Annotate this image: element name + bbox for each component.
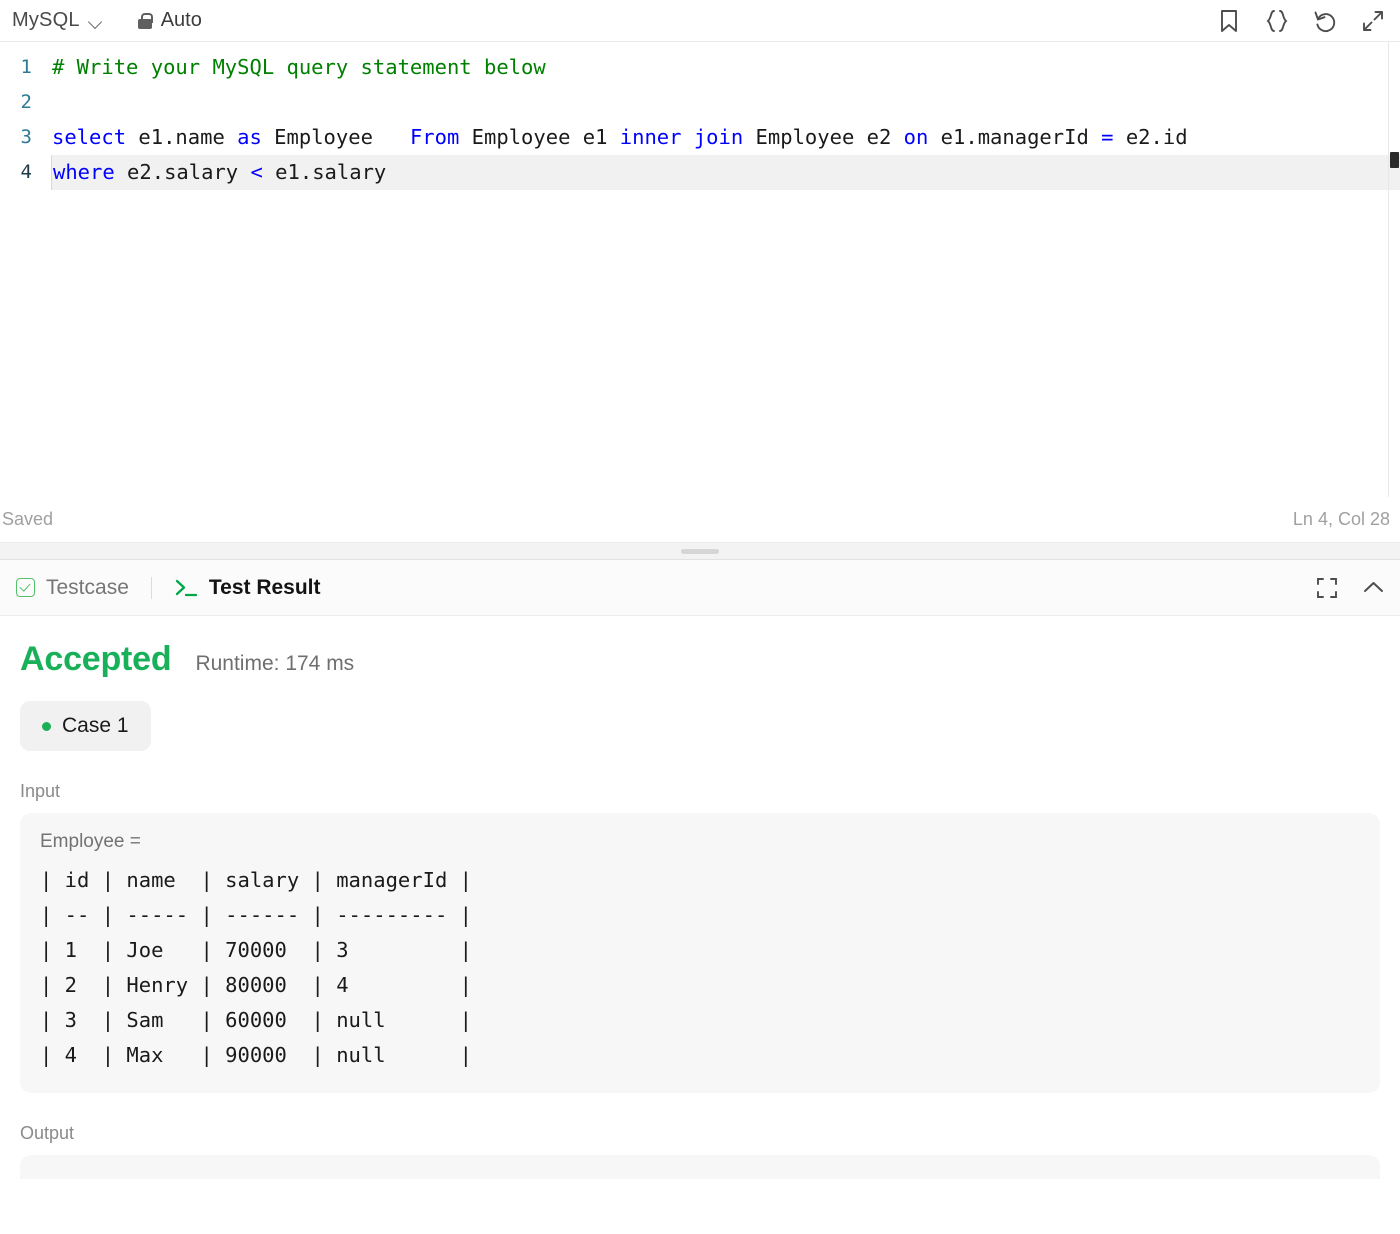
code-lines-container[interactable]: 1 # Write your MySQL query statement belo… xyxy=(0,42,1400,190)
code-line[interactable]: 4 where e2.salary < e1.salary xyxy=(0,155,1400,190)
code-line[interactable]: 2 xyxy=(0,85,1400,120)
code-token: Employee xyxy=(261,125,410,149)
editor-toolbar: MySQL Auto xyxy=(0,0,1400,42)
splitter-handle[interactable] xyxy=(681,548,719,554)
editor-status-bar: Saved Ln 4, Col 28 xyxy=(0,497,1400,542)
reset-code-icon[interactable] xyxy=(1312,8,1338,34)
line-text[interactable]: # Write your MySQL query statement below xyxy=(52,50,1400,85)
code-token: e2.id xyxy=(1113,125,1188,149)
tab-test-result[interactable]: Test Result xyxy=(168,572,327,604)
code-token: e1.managerId xyxy=(928,125,1102,149)
code-editor[interactable]: 1 # Write your MySQL query statement belo… xyxy=(0,42,1400,497)
input-variable-name: Employee = xyxy=(40,831,141,852)
language-selector[interactable]: MySQL xyxy=(8,7,108,34)
editor-scrollbar-thumb[interactable] xyxy=(1390,152,1399,168)
output-data-box xyxy=(20,1155,1380,1179)
fullscreen-icon[interactable] xyxy=(1314,575,1340,601)
input-ascii-table: | id | name | salary | managerId | | -- |… xyxy=(40,863,1360,1073)
auto-label: Auto xyxy=(160,9,202,31)
code-token: as xyxy=(237,125,262,149)
case-tab-1[interactable]: Case 1 xyxy=(20,701,151,751)
table-row: | -- | ----- | ------ | --------- | xyxy=(40,903,472,927)
result-content: Accepted Runtime: 174 ms Case 1 Input Em… xyxy=(0,616,1400,1234)
line-number: 1 xyxy=(20,56,32,78)
line-text[interactable]: where e2.salary < e1.salary xyxy=(51,155,1400,190)
format-code-icon[interactable] xyxy=(1264,8,1290,34)
code-token: on xyxy=(903,125,929,149)
expand-icon[interactable] xyxy=(1360,8,1386,34)
case-status-dot xyxy=(42,721,51,731)
code-token: # Write your MySQL query statement below xyxy=(52,55,546,79)
table-row: | id | name | salary | managerId | xyxy=(40,868,472,892)
bookmark-icon[interactable] xyxy=(1216,8,1242,34)
panel-splitter[interactable] xyxy=(0,542,1400,560)
runtime-label: Runtime: 174 ms xyxy=(195,652,355,675)
chevron-down-icon xyxy=(89,17,104,26)
code-token: inner join xyxy=(619,125,744,149)
code-token: where xyxy=(53,160,115,184)
tab-testcase-label: Testcase xyxy=(46,575,129,599)
auto-save-toggle[interactable]: Auto xyxy=(137,9,202,32)
code-token: < xyxy=(250,160,263,184)
input-data-box: Employee = | id | name | salary | manage… xyxy=(20,813,1380,1093)
line-number: 4 xyxy=(20,161,32,183)
code-line[interactable]: 3 select e1.name as Employee From Employe… xyxy=(0,120,1400,155)
case-tabs: Case 1 xyxy=(20,701,1380,751)
code-token: Employee e1 xyxy=(459,125,620,149)
code-token: select xyxy=(52,125,127,149)
code-token: Employee e2 xyxy=(743,125,904,149)
toolbar-icon-group xyxy=(1216,8,1386,34)
code-token: e1.name xyxy=(126,125,238,149)
table-row: | 4 | Max | 90000 | null | xyxy=(40,1043,472,1067)
terminal-icon xyxy=(174,578,198,598)
verdict-status: Accepted xyxy=(20,640,172,678)
lock-icon xyxy=(137,12,153,29)
tab-testcase[interactable]: Testcase xyxy=(10,572,135,604)
editor-vertical-scrollbar[interactable] xyxy=(1388,42,1400,497)
code-token: e2.salary xyxy=(114,160,251,184)
result-tab-bar: Testcase Test Result xyxy=(0,560,1400,616)
checkbox-check-icon xyxy=(16,578,35,597)
tab-divider xyxy=(150,576,152,599)
code-token: From xyxy=(409,125,460,149)
result-icon-group xyxy=(1314,575,1386,601)
output-section-label: Output xyxy=(20,1123,75,1143)
code-line[interactable]: 1 # Write your MySQL query statement belo… xyxy=(0,50,1400,85)
tab-test-result-label: Test Result xyxy=(208,575,321,599)
result-panel: Testcase Test Result Accepted Runtime: 1… xyxy=(0,560,1400,1234)
line-text[interactable]: select e1.name as Employee From Employee… xyxy=(52,120,1400,155)
line-text[interactable] xyxy=(52,85,1400,120)
table-row: | 3 | Sam | 60000 | null | xyxy=(40,1008,472,1032)
line-number: 3 xyxy=(20,126,32,148)
cursor-position: Ln 4, Col 28 xyxy=(1292,509,1390,529)
verdict-row: Accepted Runtime: 174 ms xyxy=(20,640,1380,679)
case-tab-label: Case 1 xyxy=(62,714,129,737)
language-label: MySQL xyxy=(12,9,80,31)
code-token: e1.salary xyxy=(262,160,387,184)
line-number: 2 xyxy=(20,91,32,113)
table-row: | 1 | Joe | 70000 | 3 | xyxy=(40,938,472,962)
saved-status: Saved xyxy=(2,509,54,529)
table-row: | 2 | Henry | 80000 | 4 | xyxy=(40,973,472,997)
chevron-up-icon[interactable] xyxy=(1360,575,1386,601)
code-token: = xyxy=(1101,125,1114,149)
input-section-label: Input xyxy=(20,781,61,801)
